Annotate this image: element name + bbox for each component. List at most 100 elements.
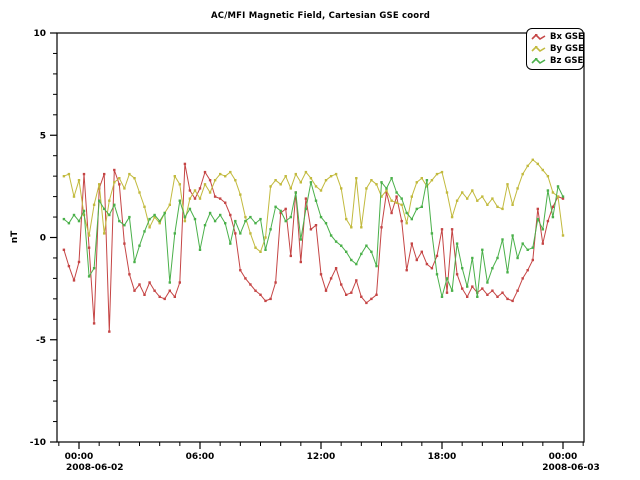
data-point-marker [290,216,292,218]
data-point-marker [370,251,372,253]
data-point-marker [486,281,488,283]
data-point-marker [73,279,75,281]
data-point-marker [441,228,443,230]
data-point-marker [179,200,181,202]
data-point-marker [406,222,408,224]
data-point-marker [527,165,529,167]
data-point-marker [491,197,493,199]
data-point-marker [355,263,357,265]
data-point-marker [481,249,483,251]
data-point-marker [285,220,287,222]
data-point-marker [380,181,382,183]
data-point-marker [516,187,518,189]
plot-border [57,33,584,442]
data-point-marker [219,197,221,199]
data-point-marker [547,220,549,222]
data-point-marker [138,191,140,193]
data-point-marker [456,200,458,202]
data-point-marker [305,208,307,210]
data-point-marker [471,189,473,191]
data-point-marker [350,259,352,261]
data-point-marker [159,220,161,222]
data-point-marker [451,228,453,230]
data-point-marker [269,228,271,230]
data-point-marker [426,263,428,265]
data-point-marker [365,302,367,304]
data-point-marker [441,296,443,298]
data-point-marker [234,232,236,234]
data-point-marker [274,281,276,283]
data-point-marker [93,267,95,269]
data-point-marker [224,202,226,204]
data-point-marker [537,218,539,220]
data-point-marker [73,195,75,197]
x-tick-label: 00:00 [65,452,94,462]
data-point-marker [300,238,302,240]
data-point-marker [68,265,70,267]
data-point-marker [264,249,266,251]
data-point-marker [562,234,564,236]
data-point-marker [194,218,196,220]
data-point-marker [133,261,135,263]
data-point-marker [395,191,397,193]
data-point-marker [390,177,392,179]
data-point-marker [522,173,524,175]
data-point-marker [184,163,186,165]
data-point-marker [88,247,90,249]
series-line [64,178,563,297]
data-point-marker [300,261,302,263]
data-point-marker [78,220,80,222]
legend: Bx GSEBy GSEBz GSE [526,28,584,70]
data-point-marker [264,236,266,238]
data-point-marker [320,189,322,191]
data-point-marker [290,255,292,257]
data-point-marker [199,187,201,189]
data-point-marker [169,281,171,283]
data-point-marker [143,206,145,208]
data-point-marker [441,171,443,173]
data-point-marker [421,177,423,179]
data-point-marker [239,193,241,195]
data-point-marker [562,195,564,197]
data-point-marker [527,249,529,251]
data-point-marker [537,163,539,165]
data-point-marker [184,216,186,218]
data-point-marker [552,191,554,193]
data-point-marker [511,204,513,206]
series-by-gse [63,159,565,253]
data-point-marker [244,216,246,218]
data-point-marker [340,245,342,247]
data-point-marker [406,269,408,271]
data-point-marker [164,298,166,300]
data-point-marker [259,294,261,296]
x-axis-start-date: 2008-06-02 [66,463,124,473]
data-point-marker [315,185,317,187]
data-point-marker [204,224,206,226]
data-point-marker [209,212,211,214]
data-point-marker [68,222,70,224]
data-point-marker [325,222,327,224]
data-point-marker [411,195,413,197]
data-point-marker [179,281,181,283]
data-point-marker [189,197,191,199]
data-point-marker [103,232,105,234]
data-point-marker [542,228,544,230]
data-point-marker [491,267,493,269]
data-point-marker [355,279,357,281]
data-point-marker [456,242,458,244]
data-point-marker [350,292,352,294]
data-point-marker [305,171,307,173]
data-point-marker [390,200,392,202]
data-point-marker [224,175,226,177]
data-point-marker [461,287,463,289]
legend-item-by-gse: By GSE [531,43,580,55]
data-point-marker [446,292,448,294]
data-point-marker [254,290,256,292]
data-point-marker [143,294,145,296]
data-point-marker [98,200,100,202]
data-point-marker [244,277,246,279]
data-point-marker [506,298,508,300]
data-point-marker [68,173,70,175]
data-point-marker [174,232,176,234]
data-point-marker [461,191,463,193]
